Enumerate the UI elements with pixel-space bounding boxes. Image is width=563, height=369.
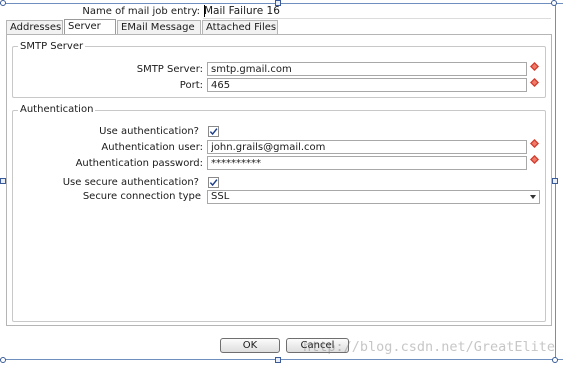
chevron-down-icon [530,195,536,199]
smtp-server-label: SMTP Server: [136,64,203,75]
port-required-icon [530,78,539,87]
tab-attached-files[interactable]: Attached Files [202,20,278,35]
authentication-password-input[interactable] [207,156,527,170]
checkmark-icon [209,128,218,136]
resize-handle-top-left[interactable] [0,0,6,6]
smtp-server-input[interactable] [207,62,527,76]
authentication-user-input[interactable] [207,140,527,154]
entry-name-field[interactable]: Mail Failure 16 [203,4,551,19]
smtp-server-required-icon [530,62,539,71]
resize-handle-bottom-right[interactable] [552,357,558,363]
secure-connection-type-select[interactable]: SSL [207,190,540,204]
authentication-group-title: Authentication [18,104,96,115]
entry-name-label: Name of mail job entry: [82,6,200,17]
resize-handle-middle-right[interactable] [552,178,558,184]
selection-frame-bottom [0,359,563,360]
use-authentication-label: Use authentication? [99,126,199,137]
use-secure-authentication-checkbox[interactable] [208,177,219,188]
secure-connection-type-value: SSL [211,191,230,202]
authentication-user-label: Authentication user: [101,142,203,153]
port-input[interactable] [207,78,527,92]
checkmark-icon [209,179,218,187]
use-authentication-checkbox[interactable] [208,126,219,137]
tab-addresses[interactable]: Addresses [6,20,63,35]
resize-handle-bottom-center[interactable] [275,357,281,363]
entry-name-value: Mail Failure 16 [204,5,280,17]
resize-handle-top-right[interactable] [551,0,557,6]
use-secure-authentication-label: Use secure authentication? [62,177,199,188]
secure-connection-type-label: Secure connection type [82,191,201,202]
text-cursor [204,5,205,17]
authentication-password-label: Authentication password: [75,158,203,169]
tab-server[interactable]: Server [64,19,116,35]
resize-handle-bottom-left[interactable] [0,357,6,363]
tab-email-message[interactable]: EMail Message [117,20,201,35]
port-label: Port: [179,80,203,91]
watermark-url: http://blog.csdn.net/GreatElite [303,339,555,355]
authentication-user-required-icon [530,139,539,148]
smtp-server-group-title: SMTP Server [18,41,86,52]
authentication-password-required-icon [530,155,539,164]
